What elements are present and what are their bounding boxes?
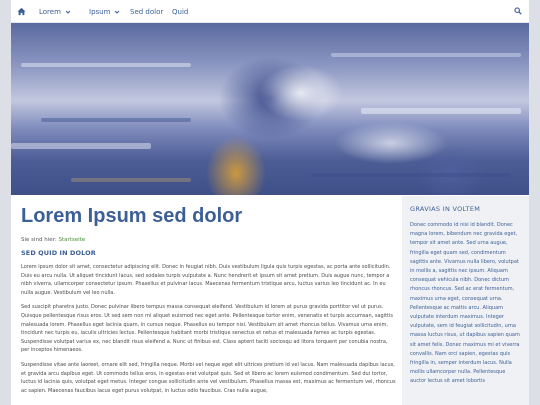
- breadcrumb-prefix: Sie sind hier:: [21, 237, 57, 243]
- nav-item-label: Sed dolor: [130, 7, 164, 16]
- nav-item-label: Quid: [172, 7, 189, 16]
- sidebar-text: Donec commodo id nisi id blandit. Donec …: [410, 222, 520, 385]
- nav-item-label: Ipsum: [89, 7, 111, 16]
- breadcrumb-link-home[interactable]: Startseite: [58, 237, 85, 243]
- sidebar: GRAVIAS IN VOLTEM Donec commodo id nisi …: [402, 196, 529, 405]
- page: Lorem Ipsum Sed dolor Quid Lorem Ipsum s…: [11, 0, 529, 405]
- sidebar-title: GRAVIAS IN VOLTEM: [410, 205, 481, 213]
- paragraph: Sed suscipit pharetra justo. Donec pulvi…: [21, 304, 393, 354]
- main-content: Lorem Ipsum sed dolor Sie sind hier: Sta…: [21, 196, 396, 395]
- search-icon[interactable]: [514, 7, 522, 15]
- paragraph: Suspendisse vitae ante laoreet, ornare e…: [21, 361, 396, 394]
- nav-item-ipsum[interactable]: Ipsum: [89, 0, 120, 23]
- nav-item-label: Lorem: [39, 7, 61, 16]
- chevron-down-icon: [115, 10, 120, 14]
- breadcrumb: Sie sind hier: Startseite: [21, 237, 396, 243]
- page-title: Lorem Ipsum sed dolor: [21, 205, 243, 227]
- nav-item-quid[interactable]: Quid: [172, 0, 188, 23]
- nav-item-lorem[interactable]: Lorem: [39, 0, 71, 23]
- paragraph: Lorem ipsum dolor sit amet, consectetur …: [21, 264, 391, 296]
- top-navigation: Lorem Ipsum Sed dolor Quid: [11, 0, 529, 23]
- home-icon[interactable]: [17, 7, 26, 16]
- chevron-down-icon: [65, 10, 71, 14]
- section-heading: SED QUID IN DOLOR: [21, 249, 96, 257]
- hero-image: [11, 23, 529, 195]
- nav-item-sed-dolor[interactable]: Sed dolor: [130, 0, 163, 23]
